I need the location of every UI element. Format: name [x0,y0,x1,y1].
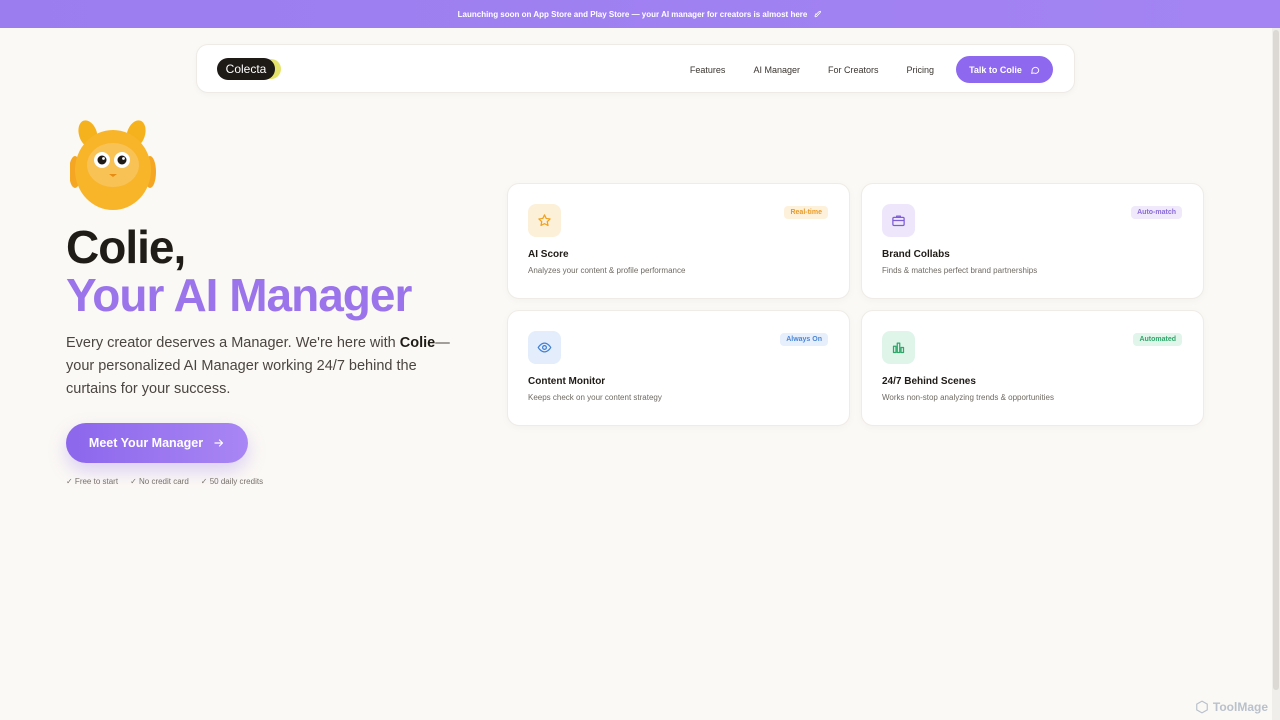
badge-auto-match: Auto-match [1131,206,1182,219]
colie-highlight: Colie [399,335,436,351]
perk-credits: ✓ 50 daily credits [200,477,264,486]
colecta-logo[interactable]: Colecta [217,58,281,80]
nav-link-pricing[interactable]: Pricing [906,65,934,75]
card-subtitle: Finds & matches perfect brand partnershi… [882,266,1038,275]
card-title: 24/7 Behind Scenes [882,376,976,387]
page-scrollbar[interactable] [1272,28,1280,720]
nav-link-ai-manager[interactable]: AI Manager [753,65,800,75]
talk-to-colie-button[interactable]: Talk to Colie [956,56,1053,83]
card-title: AI Score [528,249,569,260]
hero-description: Every creator deserves a Manager. We're … [66,335,450,397]
arrow-right-icon [214,439,224,447]
feature-card-behind-scenes[interactable]: Automated 24/7 Behind Scenes Works non-s… [861,310,1204,426]
top-nav: Colecta Features AI Manager For Creators… [196,44,1075,93]
badge-always-on: Always On [780,333,828,346]
announcement-text: Launching soon on App Store and Play Sto… [457,9,808,19]
perk-no-card: ✓ No credit card [130,477,189,486]
chat-bubble-icon [1030,66,1040,74]
perk-free: ✓ Free to start [66,477,119,486]
colie-mascot-illustration [70,120,156,210]
nav-link-for-creators[interactable]: For Creators [828,65,879,75]
badge-automated: Automated [1133,333,1182,346]
card-title: Content Monitor [528,376,606,387]
card-subtitle: Keeps check on your content strategy [528,393,662,402]
nav-link-features[interactable]: Features [690,65,726,75]
announcement-bar[interactable]: Launching soon on App Store and Play Sto… [0,0,1280,28]
bar-chart-icon [882,331,915,364]
feature-card-brand-collabs[interactable]: Auto-match Brand Collabs Finds & matches… [861,183,1204,299]
meet-your-manager-label: Meet Your Manager [88,436,204,450]
card-title: Brand Collabs [882,249,950,260]
badge-real-time: Real-time [784,206,828,219]
meet-your-manager-button[interactable]: Meet Your Manager [66,423,248,463]
briefcase-icon [882,204,915,237]
hero-title-line-1: Colie, [66,221,186,273]
card-subtitle: Analyzes your content & profile performa… [528,266,686,275]
star-icon [528,204,561,237]
hero-perks: ✓ Free to start ✓ No credit card ✓ 50 da… [66,477,263,486]
eye-icon [528,331,561,364]
feature-card-ai-score[interactable]: Real-time AI Score Analyzes your content… [507,183,850,299]
nav-links: Features AI Manager For Creators Pricing [690,45,934,94]
feature-card-content-monitor[interactable]: Always On Content Monitor Keeps check on… [507,310,850,426]
hero-title-line-2: Your AI Manager [66,269,412,321]
watermark: ToolMage [1195,700,1268,714]
talk-to-colie-label: Talk to Colie [969,64,1022,75]
card-subtitle: Works non-stop analyzing trends & opport… [882,393,1054,402]
rocket-icon [813,9,822,20]
hexagon-logo-icon [1196,700,1208,714]
